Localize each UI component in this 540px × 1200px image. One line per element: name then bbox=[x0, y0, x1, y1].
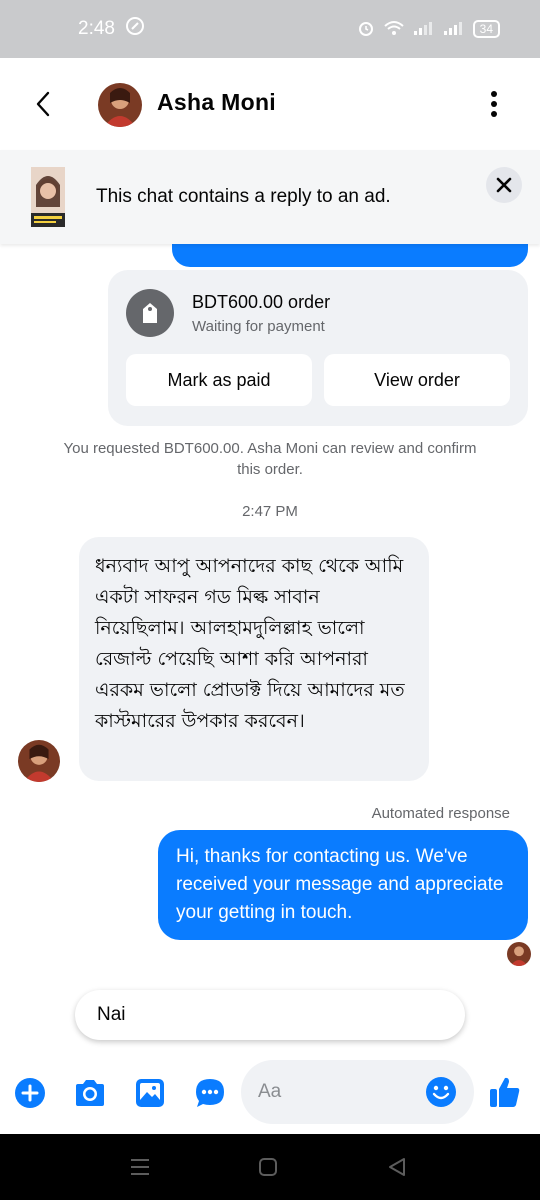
more-horizontal-icon bbox=[196, 1079, 224, 1107]
back-button[interactable] bbox=[28, 86, 58, 122]
home-icon bbox=[259, 1158, 277, 1176]
ad-thumbnail[interactable] bbox=[31, 167, 65, 227]
order-status: Waiting for payment bbox=[192, 318, 325, 335]
more-actions-button[interactable] bbox=[193, 1076, 227, 1110]
menu-icon bbox=[131, 1159, 149, 1175]
gallery-button[interactable] bbox=[133, 1076, 167, 1110]
signal-icon-2 bbox=[443, 20, 465, 39]
system-nav-bar bbox=[0, 1134, 540, 1200]
system-back-button[interactable] bbox=[384, 1154, 410, 1180]
contact-name[interactable]: Asha Moni bbox=[157, 89, 276, 116]
chat-header: Asha Moni bbox=[0, 58, 540, 150]
quick-reply-chip[interactable]: Nai bbox=[75, 990, 465, 1040]
plus-icon bbox=[15, 1078, 45, 1108]
add-button[interactable] bbox=[13, 1076, 47, 1110]
order-title: BDT600.00 order bbox=[192, 292, 331, 312]
triangle-back-icon bbox=[389, 1158, 405, 1176]
back-icon bbox=[36, 91, 50, 117]
ad-banner-text: This chat contains a reply to an ad. bbox=[96, 186, 391, 207]
recents-button[interactable] bbox=[127, 1154, 153, 1180]
more-options-button[interactable] bbox=[480, 86, 508, 122]
ad-reply-banner: This chat contains a reply to an ad. bbox=[0, 150, 540, 244]
contact-avatar[interactable] bbox=[98, 83, 142, 127]
order-icon-circle bbox=[126, 289, 174, 337]
camera-icon bbox=[76, 1080, 104, 1106]
status-right: 34 bbox=[357, 19, 500, 40]
tag-icon bbox=[143, 303, 157, 323]
more-vertical-icon bbox=[491, 91, 497, 117]
alarm-icon bbox=[357, 19, 375, 40]
battery-indicator: 34 bbox=[472, 20, 500, 38]
messenger-screen: 2:48 34 Asha Moni This chat contains a r… bbox=[0, 0, 540, 1200]
status-bar: 2:48 34 bbox=[0, 0, 540, 58]
outgoing-message-bubble[interactable]: Hi, thanks for contacting us. We've rece… bbox=[158, 830, 528, 940]
like-button[interactable] bbox=[488, 1075, 522, 1109]
home-button[interactable] bbox=[255, 1154, 281, 1180]
close-icon bbox=[496, 177, 512, 193]
read-receipt-avatar bbox=[507, 942, 531, 966]
signal-icon bbox=[413, 20, 435, 39]
mark-as-paid-button[interactable]: Mark as paid bbox=[126, 354, 312, 406]
message-composer bbox=[0, 1056, 540, 1132]
camera-button[interactable] bbox=[73, 1076, 107, 1110]
order-card: BDT600.00 order Waiting for payment Mark… bbox=[108, 270, 528, 426]
status-time: 2:48 bbox=[78, 18, 115, 39]
incoming-message-bubble[interactable]: ধন্যবাদ আপু আপনাদের কাছ থেকে আমি একটা সা… bbox=[79, 537, 429, 781]
emoji-button[interactable] bbox=[425, 1076, 457, 1108]
wifi-icon bbox=[383, 20, 405, 39]
chat-thread[interactable]: BDT600.00 order Waiting for payment Mark… bbox=[0, 224, 540, 984]
data-saver-icon bbox=[125, 16, 145, 42]
emoji-icon bbox=[426, 1077, 456, 1107]
thumbs-up-icon bbox=[490, 1077, 520, 1107]
automated-response-label: Automated response bbox=[371, 805, 510, 822]
message-timestamp: 2:47 PM bbox=[242, 503, 298, 520]
status-left: 2:48 bbox=[78, 16, 145, 42]
close-banner-button[interactable] bbox=[486, 167, 522, 203]
sender-avatar[interactable] bbox=[18, 740, 60, 782]
order-system-note: You requested BDT600.00. Asha Moni can r… bbox=[63, 440, 477, 478]
image-icon bbox=[136, 1079, 164, 1107]
view-order-button[interactable]: View order bbox=[324, 354, 510, 406]
